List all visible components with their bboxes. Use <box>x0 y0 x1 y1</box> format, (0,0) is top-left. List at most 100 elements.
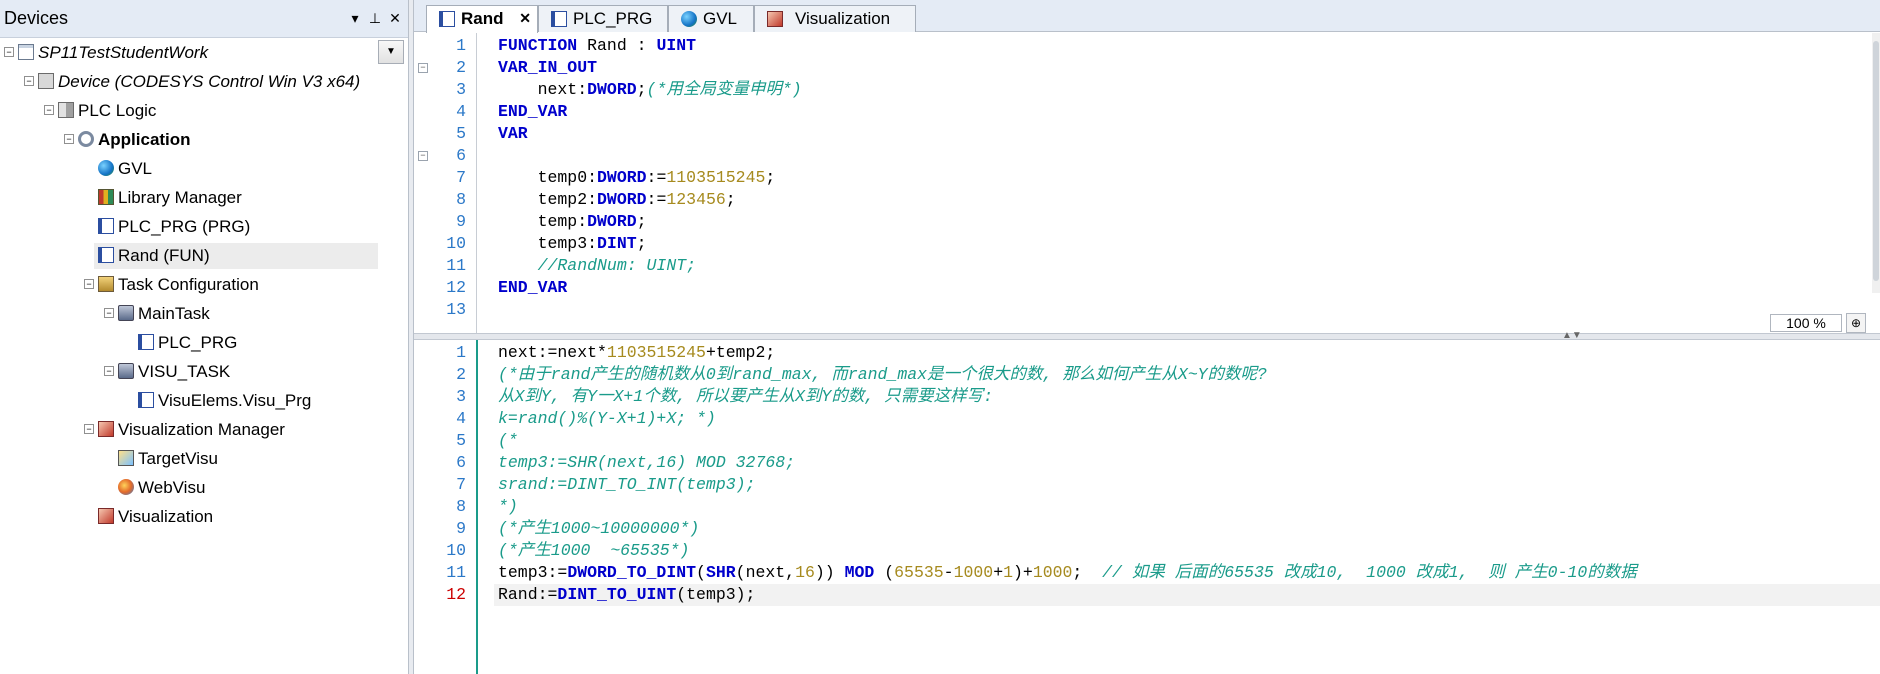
implementation-editor[interactable]: 1 2 3 4 5 6 7 8 9 10 11 12 next:=next*1103515245+te… <box>414 340 1880 674</box>
collapse-icon[interactable]: − <box>104 365 114 376</box>
tree-node[interactable]: − Task Configuration <box>84 272 259 298</box>
code-token: END_VAR <box>498 102 568 121</box>
code-line[interactable]: FUNCTION Rand : UINT <box>498 35 696 57</box>
code-line[interactable]: temp3:=SHR(next,16) MOD 32768; <box>498 452 795 474</box>
code-line[interactable]: *) <box>498 496 518 518</box>
project-icon <box>18 43 34 60</box>
tree-node[interactable]: Rand (FUN) <box>94 243 378 269</box>
code-line[interactable]: (*产生1000~10000000*) <box>498 518 699 540</box>
tree-node[interactable]: TargetVisu <box>118 446 218 472</box>
declaration-scrollbar[interactable] <box>1872 33 1880 293</box>
code-token: srand:=DINT_TO_INT(temp3); <box>498 475 756 494</box>
tree-node[interactable]: GVL <box>98 156 152 182</box>
line-number: 10 <box>446 541 466 560</box>
tree-node-label: VISU_TASK <box>138 362 231 381</box>
line-number: 10 <box>446 234 466 253</box>
code-line[interactable]: END_VAR <box>498 101 567 123</box>
code-line[interactable]: next:DWORD;(*用全局变量申明*) <box>498 79 802 101</box>
tree-node[interactable]: − Visualization Manager <box>84 417 285 443</box>
tree-node[interactable]: − PLC Logic <box>44 98 156 124</box>
code-token: temp2: <box>498 190 598 209</box>
code-line[interactable]: temp2:DWORD:=123456; <box>498 189 736 211</box>
collapse-icon[interactable]: − <box>44 104 54 115</box>
task-icon <box>118 304 134 321</box>
code-token: temp0: <box>498 168 598 187</box>
tree-node[interactable]: − Device (CODESYS Control Win V3 x64) <box>24 69 360 95</box>
tree-node-label: Application <box>98 130 191 149</box>
program-call-icon <box>138 391 154 408</box>
task-icon <box>118 362 134 379</box>
zoom-level[interactable]: 100 % <box>1770 314 1842 332</box>
fold-icon[interactable]: − <box>418 151 428 161</box>
code-token: - <box>943 563 954 582</box>
code-line[interactable]: k=rand()%(Y-X+1)+X; *) <box>498 408 716 430</box>
tree-node[interactable]: PLC_PRG <box>138 330 237 356</box>
code-line[interactable]: temp0:DWORD:=1103515245; <box>498 167 776 189</box>
tab-gvl[interactable]: GVL <box>668 5 754 32</box>
code-token: *) <box>498 497 518 516</box>
tree-node[interactable]: − Application <box>64 127 191 153</box>
gutter-change-bar <box>476 340 478 674</box>
code-line[interactable]: (* <box>498 430 518 452</box>
code-token: ; <box>1072 563 1103 582</box>
code-line[interactable]: VAR_IN_OUT <box>498 57 597 79</box>
line-number: 12 <box>446 585 466 604</box>
program-icon <box>551 11 567 27</box>
code-line[interactable]: (*由于rand产生的随机数从0到rand_max, 而rand_max是一个很… <box>498 364 1267 386</box>
code-token: )+ <box>1013 563 1033 582</box>
collapse-icon[interactable]: − <box>64 133 74 144</box>
code-token: next:=next* <box>498 343 607 362</box>
code-token: DWORD <box>587 212 637 231</box>
code-line[interactable]: srand:=DINT_TO_INT(temp3); <box>498 474 755 496</box>
code-line[interactable]: //RandNum: UINT; <box>498 255 696 277</box>
code-token: 1000 <box>953 563 994 582</box>
line-number: 12 <box>446 278 466 297</box>
tree-node[interactable]: Library Manager <box>98 185 242 211</box>
scrollbar-thumb[interactable] <box>1873 41 1879 281</box>
tree-node[interactable]: PLC_PRG (PRG) <box>98 214 250 240</box>
collapse-icon[interactable]: − <box>104 307 114 318</box>
device-icon <box>38 72 54 89</box>
pin-icon[interactable]: ⊥ <box>366 9 384 27</box>
code-token: ; <box>725 190 736 209</box>
tree-node[interactable]: Visualization <box>98 504 213 530</box>
panel-dropdown-icon[interactable]: ▾ <box>346 9 364 27</box>
collapse-icon[interactable]: − <box>24 75 34 86</box>
code-line[interactable]: temp:DWORD; <box>498 211 647 233</box>
program-call-icon <box>138 333 154 350</box>
tree-node[interactable]: − SP11TestStudentWork <box>4 40 208 66</box>
collapse-icon[interactable]: − <box>4 46 14 57</box>
code-token: )) <box>814 563 845 582</box>
tab-rand[interactable]: Rand ✕ <box>426 5 538 33</box>
code-token: 16 <box>795 563 815 582</box>
declaration-editor[interactable]: 1 2−3 4 5 6−7 8 9 10 11 12 13 FUNCTION Rand : UINT… <box>414 33 1880 333</box>
close-icon[interactable]: ✕ <box>386 9 404 27</box>
code-line[interactable]: (*产生1000 ~65535*) <box>498 540 689 562</box>
code-line[interactable]: temp3:DINT; <box>498 233 647 255</box>
tab-plc-prg[interactable]: PLC_PRG <box>538 5 668 32</box>
line-number: 11 <box>446 563 466 582</box>
code-line[interactable]: 从X到Y, 有Y一X+1个数, 所以要产生从X到Y的数, 只需要这样写: <box>498 386 993 408</box>
tree-node[interactable]: VisuElems.Visu_Prg <box>138 388 311 414</box>
code-token: next: <box>498 80 588 99</box>
tree-node[interactable]: − MainTask <box>104 301 210 327</box>
code-line[interactable]: next:=next*1103515245+temp2; <box>498 342 775 364</box>
collapse-icon[interactable]: − <box>84 423 94 434</box>
code-line[interactable]: END_VAR <box>498 277 567 299</box>
tree-node[interactable]: − VISU_TASK <box>104 359 230 385</box>
editor-splitter[interactable]: ▲▼ <box>414 330 1880 341</box>
tree-dropdown-button[interactable]: ▼ <box>378 40 404 64</box>
tree-node[interactable]: WebVisu <box>118 475 205 501</box>
code-line[interactable]: temp3:=DWORD_TO_DINT(SHR(next,16)) MOD (… <box>498 562 1637 584</box>
collapse-icon[interactable]: − <box>84 278 94 289</box>
close-tab-icon[interactable]: ✕ <box>519 6 531 31</box>
code-token: ; <box>636 212 647 231</box>
fold-icon[interactable]: − <box>418 63 428 73</box>
code-token: DWORD <box>597 190 647 209</box>
tab-visualization[interactable]: Visualization <box>754 5 916 32</box>
magnifier-icon[interactable]: ⊕ <box>1846 313 1866 333</box>
code-line[interactable]: VAR <box>498 123 528 145</box>
code-token: (*产生1000~10000000*) <box>498 519 700 538</box>
visualization-icon <box>767 11 783 27</box>
code-line[interactable]: Rand:=DINT_TO_UINT(temp3); <box>494 584 1880 606</box>
